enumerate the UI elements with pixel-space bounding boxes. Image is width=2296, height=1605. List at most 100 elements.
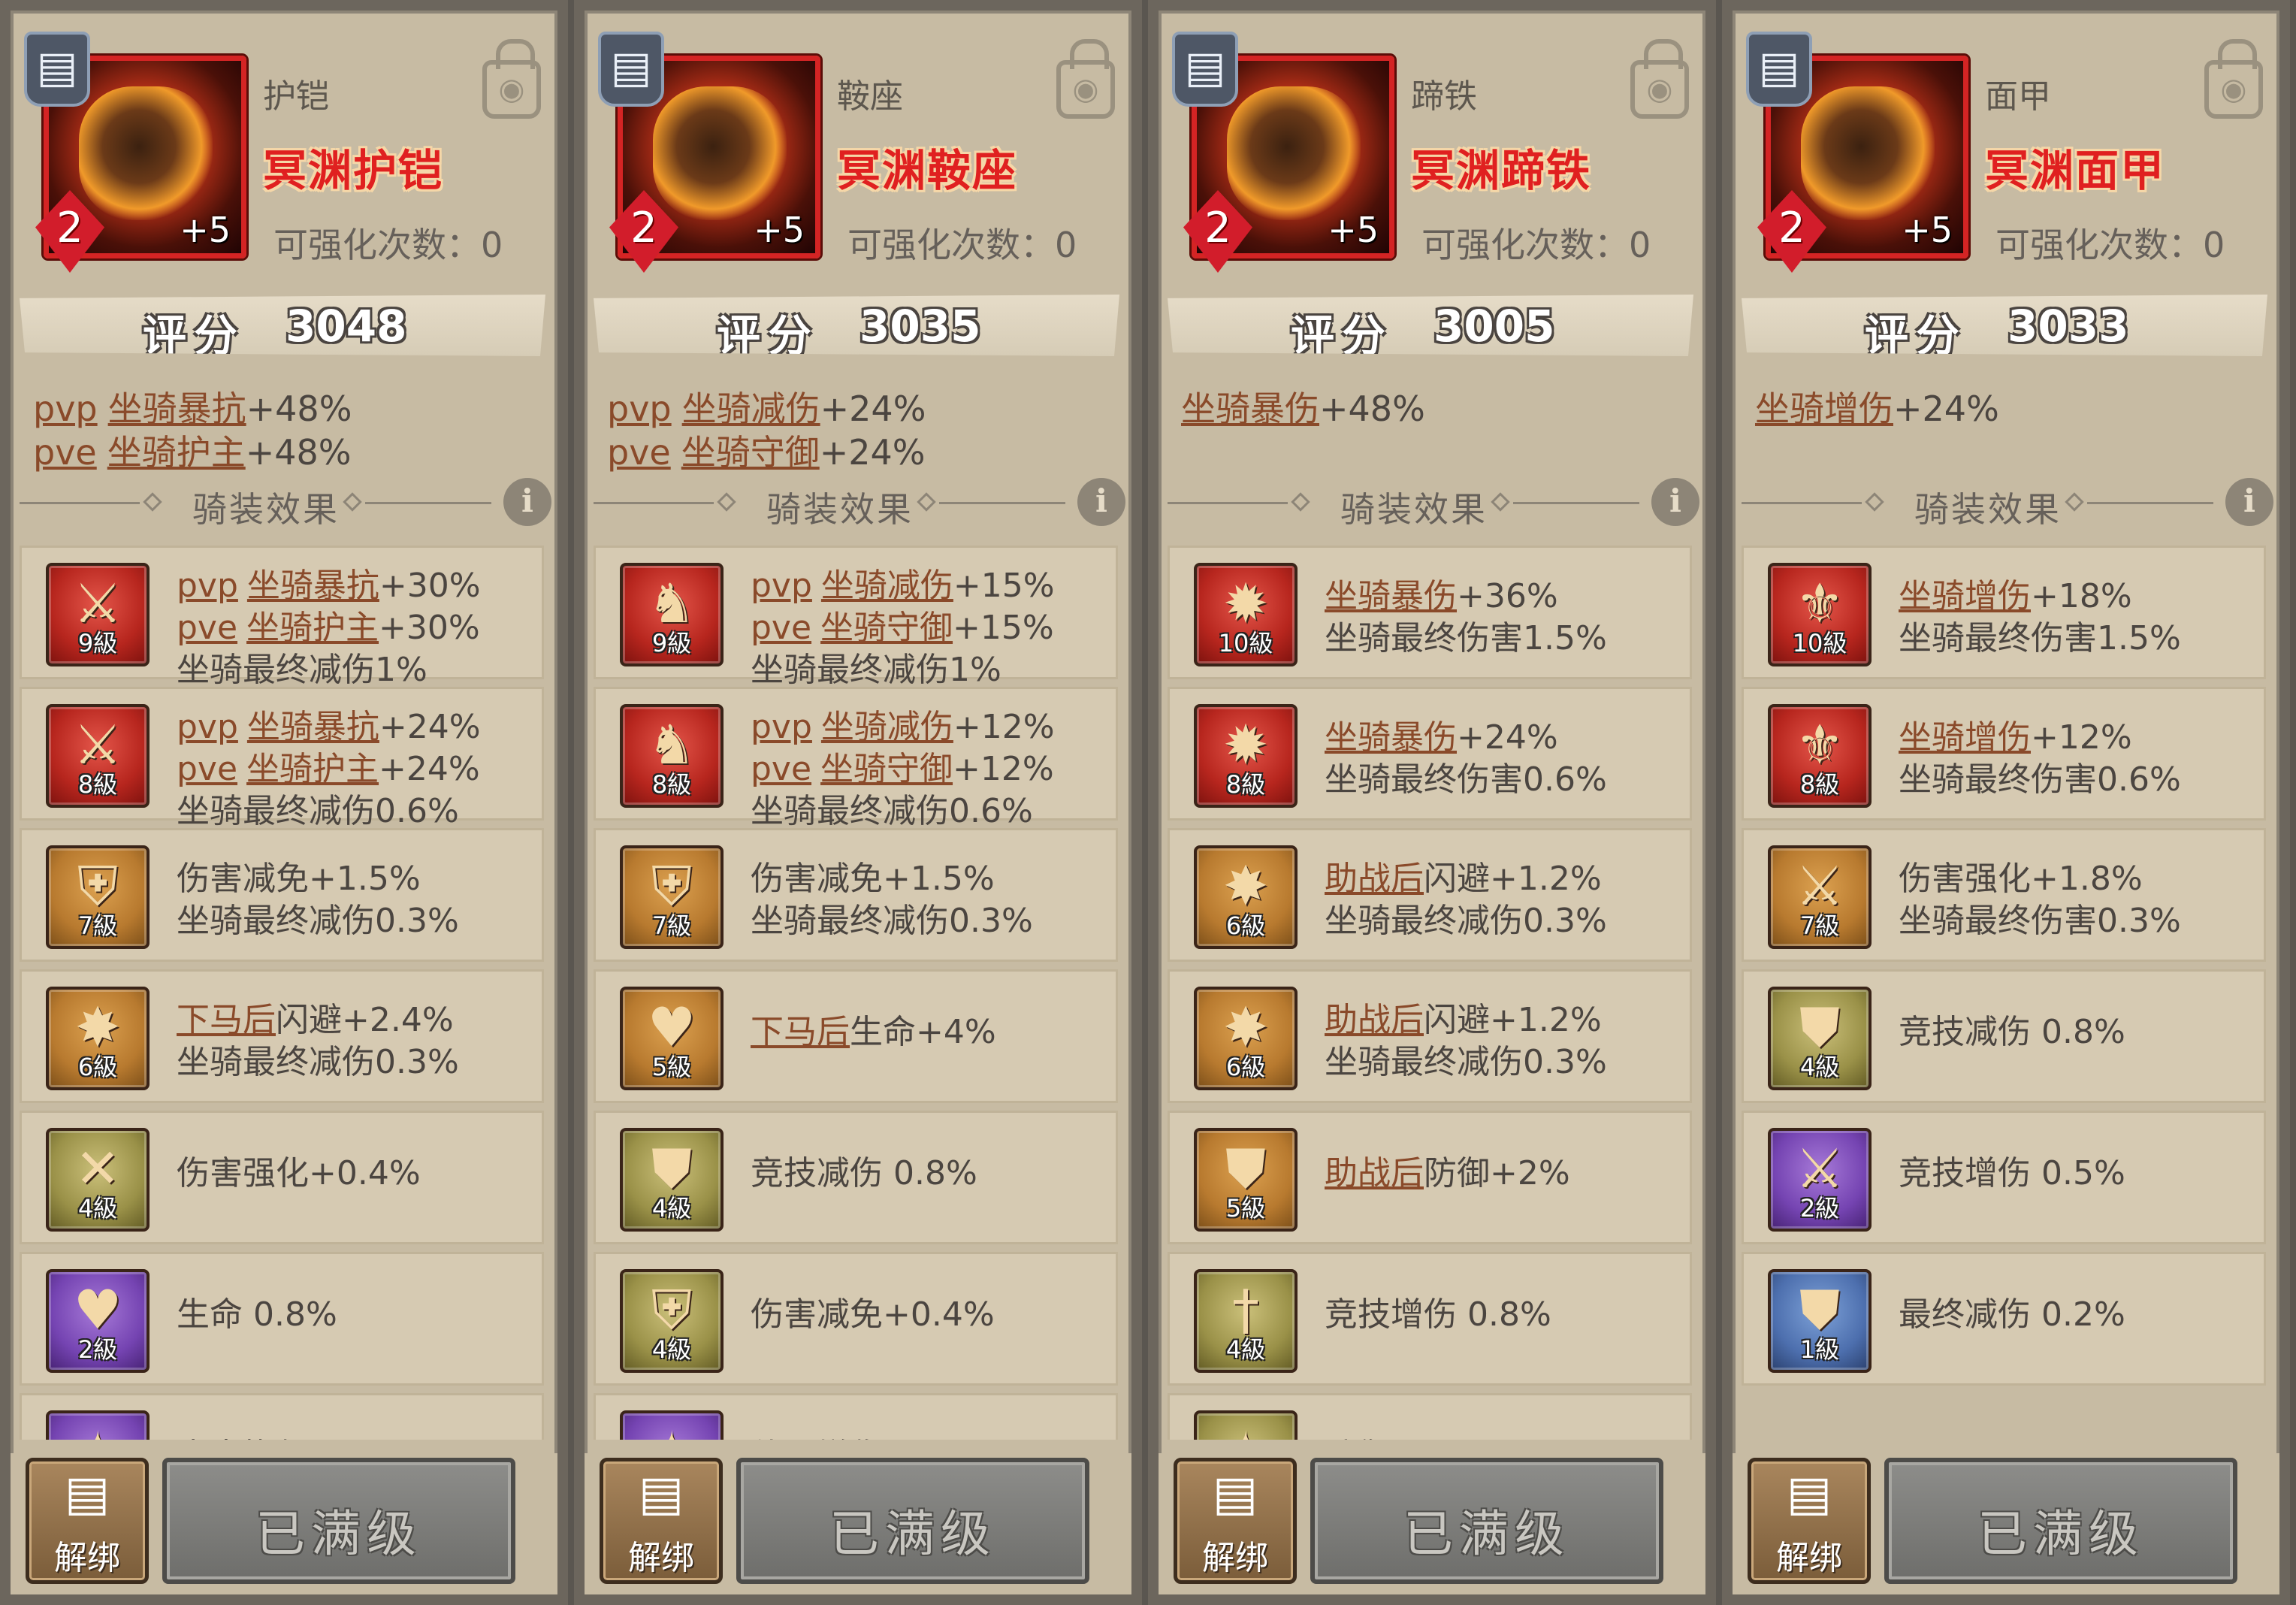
stat-name-link[interactable]: 坐骑护主 bbox=[107, 432, 246, 473]
effect-line: 坐骑最终减伤0.3% bbox=[1325, 893, 1682, 940]
effect-name-link[interactable]: 助战后 bbox=[1325, 1154, 1424, 1192]
purple-skill-icon: ✦ bbox=[620, 1410, 724, 1440]
effect-name-link[interactable]: 坐骑减伤 bbox=[821, 567, 953, 605]
effect-line: 坐骑暴伤+36% bbox=[1325, 569, 1682, 615]
lock-icon[interactable]: ◉ bbox=[1056, 39, 1115, 119]
set-effects-list[interactable]: ⚜ 10級 坐骑增伤+18% 坐骑最终伤害1.5% ⚜ 8級 坐骑增伤+12% 坐骑最终伤害0… bbox=[1742, 546, 2266, 1440]
set-effects-list[interactable]: ♞ 9級 pvp 坐骑减伤+15% pve 坐骑守御+15% 坐骑最终减伤1% ♞ 8級 pvp 坐… bbox=[594, 546, 1118, 1440]
effect-name-link[interactable]: 坐骑暴伤 bbox=[1325, 718, 1457, 757]
effect-row: ♞ 9級 pvp 坐骑减伤+15% pve 坐骑守御+15% 坐骑最终减伤1% bbox=[594, 546, 1118, 689]
effect-line: 坐骑最终减伤0.6% bbox=[177, 784, 534, 830]
item-name: 冥渊鞍座 bbox=[837, 145, 1018, 196]
effect-value: +18% bbox=[2031, 577, 2132, 615]
effect-row: ✕ 4級 伤害强化+0.4% bbox=[20, 1111, 544, 1244]
effect-name-link[interactable]: 坐骑减伤 bbox=[821, 708, 953, 746]
stat-mode-tag[interactable]: pve bbox=[33, 432, 97, 473]
effect-mode-tag[interactable]: pvp bbox=[751, 708, 812, 746]
gift-unbind-icon: ▤ bbox=[64, 1466, 110, 1522]
lock-icon[interactable]: ◉ bbox=[2204, 39, 2263, 119]
stat-mode-tag[interactable]: pvp bbox=[33, 388, 98, 429]
divider-line bbox=[939, 502, 1065, 504]
max-level-button[interactable]: 已满级 bbox=[1884, 1458, 2237, 1584]
base-stats: 坐骑暴伤+48% bbox=[1181, 382, 1425, 429]
unbind-label: 解绑 bbox=[1202, 1539, 1268, 1577]
effect-name-link[interactable]: 坐骑暴抗 bbox=[247, 567, 379, 605]
info-icon[interactable]: i bbox=[503, 478, 551, 526]
effect-row: ⚜ 10級 坐骑增伤+18% 坐骑最终伤害1.5% bbox=[1742, 546, 2266, 679]
effect-text: 竞技减伤 0.8% bbox=[1899, 1005, 2256, 1051]
effect-row: ✸ 6級 助战后闪避+1.2% 坐骑最终减伤0.3% bbox=[1168, 828, 1692, 962]
effect-value: 伤害强化+1.8% bbox=[1899, 860, 2143, 898]
set-effects-list[interactable]: ⚔ 9級 pvp 坐骑暴抗+30% pve 坐骑护主+30% 坐骑最终减伤1% ⚔ 8級 pvp 坐… bbox=[20, 546, 544, 1440]
effect-name-link[interactable]: 坐骑增伤 bbox=[1899, 718, 2031, 757]
effect-name-link[interactable]: 助战后 bbox=[1325, 1001, 1424, 1039]
max-level-label: 已满级 bbox=[829, 1505, 996, 1563]
stat-mode-tag[interactable]: pve bbox=[607, 432, 671, 473]
olive-sword-icon: † 4級 bbox=[1194, 1269, 1298, 1373]
olive-axe-icon: ✕ 4級 bbox=[46, 1128, 150, 1232]
effect-line: pvp 坐骑暴抗+24% bbox=[177, 700, 534, 746]
score-label: 评分 bbox=[143, 310, 246, 361]
red-horse-shield-icon: ♞ 9級 bbox=[620, 563, 724, 666]
stat-name-link[interactable]: 坐骑减伤 bbox=[682, 388, 820, 429]
effect-name-link[interactable]: 坐骑暴抗 bbox=[247, 708, 379, 746]
effect-name-link[interactable]: 坐骑守御 bbox=[820, 609, 953, 647]
effect-mode-tag[interactable]: pvp bbox=[177, 567, 238, 605]
effect-mode-tag[interactable]: pvp bbox=[751, 567, 812, 605]
unbind-button[interactable]: ▤ 解绑 bbox=[1174, 1458, 1297, 1584]
effect-name-link[interactable]: 助战后 bbox=[1325, 860, 1424, 898]
stat-name-link[interactable]: 坐骑增伤 bbox=[1755, 388, 1893, 429]
info-icon[interactable]: i bbox=[1651, 478, 1699, 526]
effect-mode-tag[interactable]: pvp bbox=[177, 708, 238, 746]
stat-name-link[interactable]: 坐骑暴抗 bbox=[108, 388, 246, 429]
effect-value: 坐骑最终减伤1% bbox=[751, 651, 1001, 689]
olive-gate-icon: ⛨ 4級 bbox=[620, 1269, 724, 1373]
effect-icon-glyph: ✦ bbox=[49, 1419, 147, 1440]
effect-row: ✦ 防御 160 bbox=[1168, 1393, 1692, 1440]
stat-name-link[interactable]: 坐骑守御 bbox=[681, 432, 820, 473]
effect-mode-tag[interactable]: pve bbox=[751, 750, 811, 788]
bronze-claw-icon: ✸ 6級 bbox=[1194, 845, 1298, 949]
effect-line: 伤害减免+1.5% bbox=[751, 851, 1108, 898]
effect-level-label: 6級 bbox=[1225, 1053, 1266, 1081]
info-icon[interactable]: i bbox=[1077, 478, 1125, 526]
effect-name-link[interactable]: 下马后 bbox=[177, 1001, 276, 1039]
effect-name-link[interactable]: 坐骑增伤 bbox=[1899, 577, 2031, 615]
effect-mode-tag[interactable]: pve bbox=[177, 609, 237, 647]
effect-line: 竞技增伤 0.8% bbox=[1325, 1287, 1682, 1334]
effect-value: 伤害减免+0.4% bbox=[751, 1295, 995, 1334]
effect-name-link[interactable]: 坐骑护主 bbox=[246, 750, 379, 788]
effect-mode-tag[interactable]: pve bbox=[177, 750, 237, 788]
lock-icon[interactable]: ◉ bbox=[482, 39, 541, 119]
effect-mode-tag[interactable]: pve bbox=[751, 609, 811, 647]
max-level-button[interactable]: 已满级 bbox=[162, 1458, 515, 1584]
effect-name-link[interactable]: 坐骑护主 bbox=[246, 609, 379, 647]
effect-level-label: 5級 bbox=[1225, 1194, 1266, 1223]
max-level-button[interactable]: 已满级 bbox=[1310, 1458, 1663, 1584]
stat-name-link[interactable]: 坐骑暴伤 bbox=[1181, 388, 1319, 429]
max-level-button[interactable]: 已满级 bbox=[736, 1458, 1089, 1584]
stat-mode-tag[interactable]: pvp bbox=[607, 388, 672, 429]
effect-text: 助战后防御+2% bbox=[1325, 1146, 1682, 1192]
unbind-button[interactable]: ▤ 解绑 bbox=[1748, 1458, 1871, 1584]
effect-level-label: 4級 bbox=[77, 1194, 118, 1223]
effect-name-link[interactable]: 坐骑守御 bbox=[820, 750, 953, 788]
gift-box-icon: ▤ bbox=[1172, 32, 1238, 107]
purple-skill-icon: ✦ bbox=[46, 1410, 150, 1440]
effect-name-link[interactable]: 下马后 bbox=[751, 1013, 850, 1051]
info-icon[interactable]: i bbox=[2225, 478, 2273, 526]
enhance-count-value: 0 bbox=[1055, 225, 1077, 265]
gift-box-icon: ▤ bbox=[24, 32, 90, 107]
item-name: 冥渊蹄铁 bbox=[1411, 145, 1592, 196]
effect-row: ♥ 5級 下马后生命+4% bbox=[594, 969, 1118, 1103]
unbind-button[interactable]: ▤ 解绑 bbox=[600, 1458, 723, 1584]
set-effects-list[interactable]: ✹ 10級 坐骑暴伤+36% 坐骑最终伤害1.5% ✹ 8級 坐骑暴伤+24% 坐骑最终伤害0… bbox=[1168, 546, 1692, 1440]
bronze-claw-icon: ✸ 6級 bbox=[1194, 987, 1298, 1090]
effect-line: 助战后闪避+1.2% bbox=[1325, 851, 1682, 898]
effect-name-link[interactable]: 坐骑暴伤 bbox=[1325, 577, 1457, 615]
effect-level-label: 4級 bbox=[651, 1335, 692, 1364]
lock-icon[interactable]: ◉ bbox=[1630, 39, 1689, 119]
effect-line: 竞技减伤 0.8% bbox=[751, 1146, 1108, 1192]
effect-text: 击中恢复 1% bbox=[177, 1428, 534, 1440]
unbind-button[interactable]: ▤ 解绑 bbox=[26, 1458, 149, 1584]
